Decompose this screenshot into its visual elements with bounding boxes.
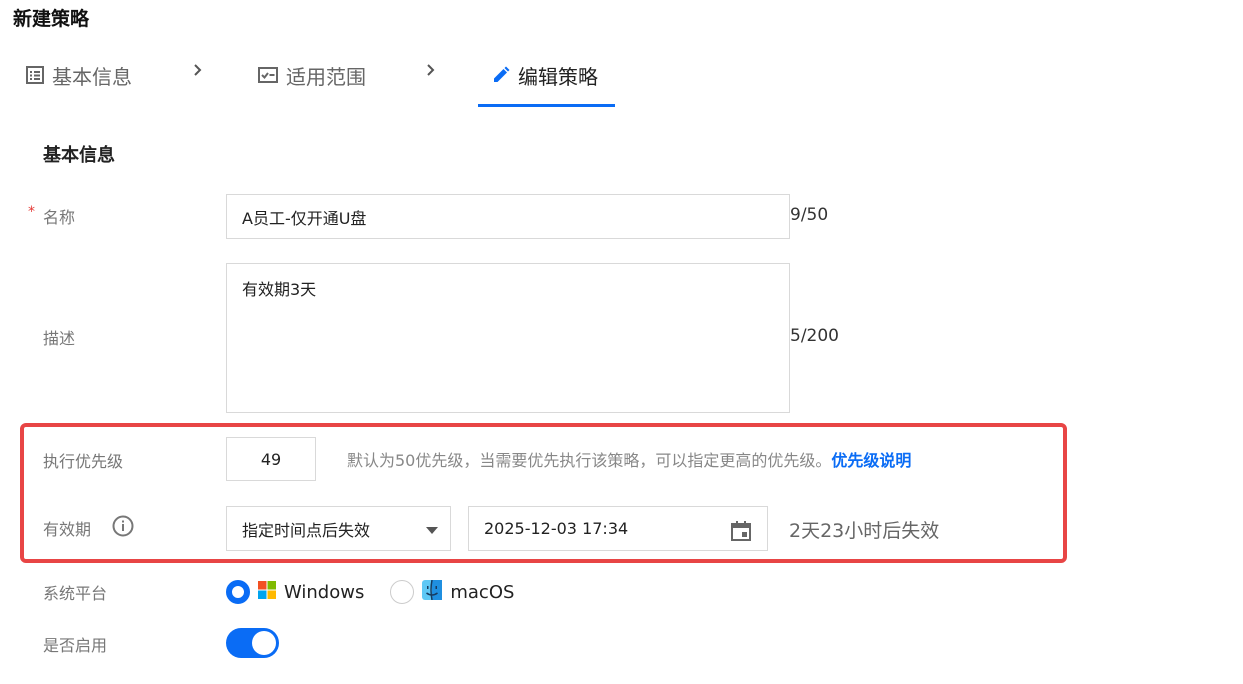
- chevron-right-icon: [426, 62, 436, 81]
- chevron-right-icon: [193, 62, 203, 81]
- windows-icon: [258, 580, 276, 604]
- platform-option-label: macOS: [450, 581, 515, 603]
- validity-mode-value: 指定时间点后失效: [242, 520, 371, 540]
- finder-icon: [422, 579, 443, 605]
- step-label: 适用范围: [286, 64, 366, 89]
- step-label: 编辑策略: [518, 64, 598, 89]
- toggle-knob: [252, 631, 276, 655]
- calendar-icon[interactable]: [730, 520, 752, 546]
- radio-checked-icon[interactable]: [226, 580, 250, 604]
- required-mark: *: [28, 204, 35, 220]
- platform-label: 系统平台: [43, 584, 108, 603]
- priority-hint: 默认为50优先级，当需要优先执行该策略，可以指定更高的优先级。优先级说明: [347, 447, 911, 471]
- section-title: 基本信息: [43, 145, 115, 166]
- name-counter: 9/50: [790, 205, 829, 225]
- page: 新建策略 基本信息 适用范围 编辑策略 基本信息 * 名称 A员工-仅开通U盘 …: [0, 0, 1243, 684]
- platform-option-macos[interactable]: macOS: [390, 579, 515, 605]
- step-label: 基本信息: [52, 64, 132, 89]
- radio-unchecked-icon[interactable]: [390, 580, 415, 604]
- validity-datetime-value: 2025-12-03 17:34: [484, 519, 629, 538]
- validity-mode-select[interactable]: 指定时间点后失效: [226, 506, 451, 551]
- enabled-label: 是否启用: [43, 636, 108, 655]
- priority-hint-text: 默认为50优先级，当需要优先执行该策略，可以指定更高的优先级。: [347, 451, 832, 470]
- description-counter: 5/200: [790, 326, 839, 346]
- platform-option-label: Windows: [284, 581, 365, 603]
- active-step-indicator: [478, 104, 615, 107]
- validity-label: 有效期: [43, 520, 92, 539]
- caret-down-icon: [426, 527, 438, 534]
- info-icon[interactable]: [112, 515, 134, 541]
- name-input[interactable]: A员工-仅开通U盘: [226, 194, 790, 239]
- page-title: 新建策略: [13, 8, 90, 30]
- checklist-icon: [258, 66, 278, 84]
- enabled-toggle[interactable]: [226, 628, 279, 658]
- platform-option-windows[interactable]: Windows: [226, 580, 364, 604]
- platform-radio-group: Windows macOS: [226, 579, 540, 605]
- step-basic-info[interactable]: 基本信息: [26, 58, 132, 92]
- validity-remaining: 2天23小时后失效: [789, 520, 940, 542]
- validity-datetime-picker[interactable]: 2025-12-03 17:34: [468, 506, 768, 551]
- priority-label: 执行优先级: [43, 452, 124, 471]
- list-icon: [26, 66, 44, 84]
- step-edit-policy[interactable]: 编辑策略: [492, 58, 598, 92]
- pencil-icon: [492, 66, 510, 84]
- priority-input[interactable]: 49: [226, 437, 316, 481]
- step-scope[interactable]: 适用范围: [258, 58, 366, 92]
- priority-help-link[interactable]: 优先级说明: [831, 451, 911, 470]
- description-textarea[interactable]: 有效期3天: [226, 263, 790, 413]
- description-label: 描述: [43, 329, 76, 348]
- name-label: 名称: [43, 208, 76, 227]
